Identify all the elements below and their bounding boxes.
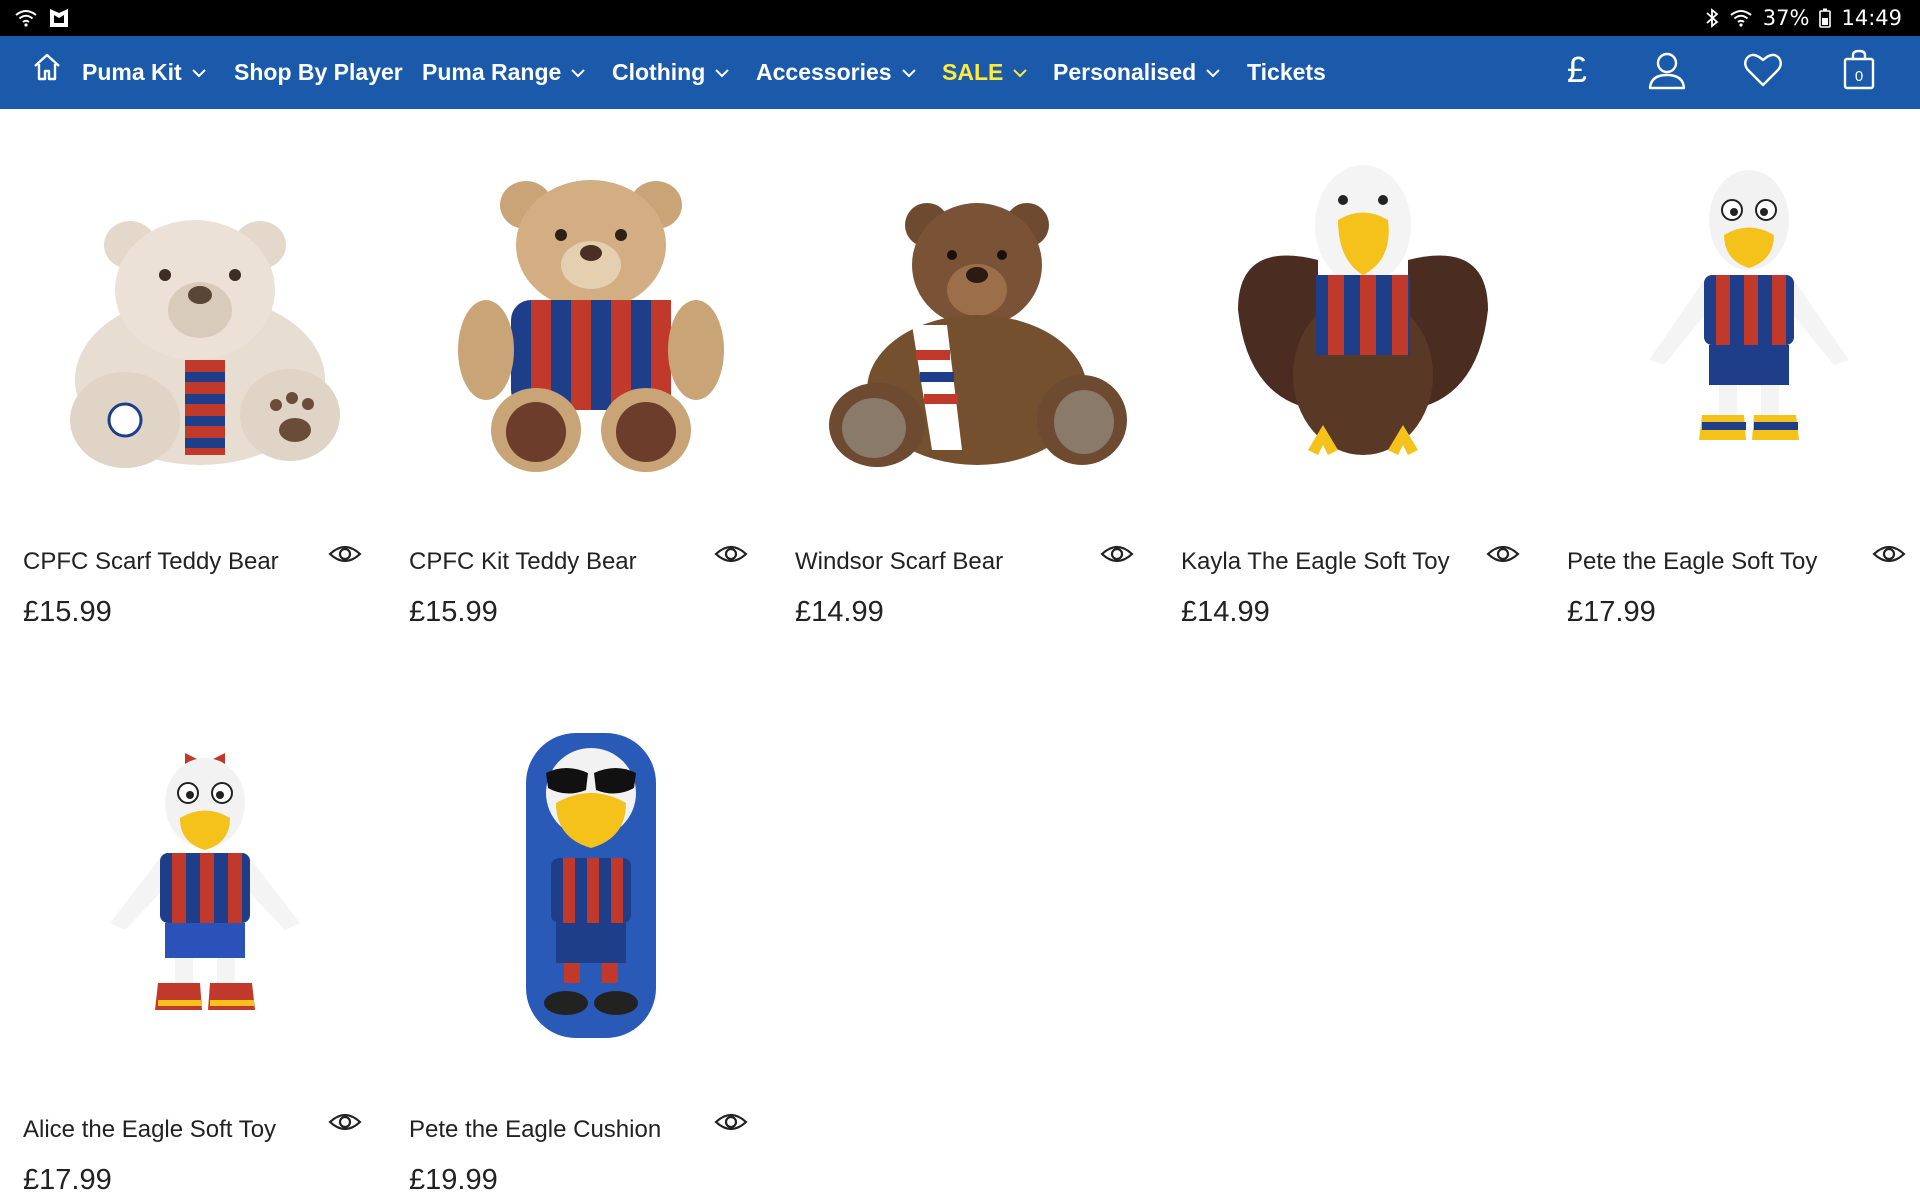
chevron-down-icon: [715, 68, 729, 77]
product-price: £14.99: [1181, 596, 1270, 628]
product-price: £15.99: [409, 596, 498, 628]
nav-item-personalised[interactable]: Personalised: [1053, 36, 1221, 109]
battery-percent: 37%: [1762, 6, 1810, 30]
nav-item-accessories[interactable]: Accessories: [756, 36, 917, 109]
nav-item-label: Tickets: [1247, 59, 1326, 85]
product-price: £17.99: [23, 1164, 112, 1196]
product-card[interactable]: Alice the Eagle Soft Toy £17.99: [20, 698, 390, 1198]
home-icon[interactable]: [32, 52, 62, 84]
quick-view-eye-icon[interactable]: [328, 1110, 362, 1134]
wishlist-heart-icon[interactable]: [1740, 46, 1786, 94]
product-name[interactable]: Pete the Eagle Soft Toy: [1567, 548, 1817, 576]
product-image[interactable]: [20, 130, 390, 500]
product-card[interactable]: Windsor Scarf Bear £14.99: [792, 130, 1162, 630]
clock: 14:49: [1841, 6, 1902, 30]
product-image[interactable]: [792, 130, 1162, 500]
nav-item-label: Puma Kit: [82, 59, 182, 85]
shield-app-icon: [48, 7, 70, 29]
wifi-icon: [14, 8, 38, 28]
nav-item-puma-range[interactable]: Puma Range: [422, 36, 586, 109]
product-name[interactable]: Alice the Eagle Soft Toy: [23, 1116, 276, 1144]
quick-view-eye-icon[interactable]: [1872, 542, 1906, 566]
nav-item-label: SALE: [942, 59, 1004, 85]
main-navigation: Puma Kit Shop By Player Puma Range Cloth…: [0, 36, 1920, 109]
chevron-down-icon: [1206, 68, 1220, 77]
bluetooth-icon: [1705, 8, 1719, 28]
nav-item-clothing[interactable]: Clothing: [612, 36, 730, 109]
product-card[interactable]: CPFC Scarf Teddy Bear £15.99: [20, 130, 390, 630]
product-name[interactable]: Pete the Eagle Cushion: [409, 1116, 661, 1144]
quick-view-eye-icon[interactable]: [714, 1110, 748, 1134]
product-price: £15.99: [23, 596, 112, 628]
currency-symbol: £: [1566, 49, 1588, 90]
quick-view-eye-icon[interactable]: [1486, 542, 1520, 566]
chevron-down-icon: [571, 68, 586, 77]
quick-view-eye-icon[interactable]: [714, 542, 748, 566]
battery-icon: [1819, 8, 1832, 28]
product-image[interactable]: [406, 130, 776, 500]
product-card[interactable]: Pete the Eagle Soft Toy £17.99: [1564, 130, 1920, 630]
product-card[interactable]: Kayla The Eagle Soft Toy £14.99: [1178, 130, 1548, 630]
product-name[interactable]: CPFC Kit Teddy Bear: [409, 548, 637, 576]
product-image[interactable]: [1564, 130, 1920, 500]
nav-item-label: Personalised: [1053, 59, 1197, 85]
product-price: £17.99: [1567, 596, 1656, 628]
basket-count: 0: [1855, 68, 1863, 85]
nav-item-sale[interactable]: SALE: [942, 36, 1028, 109]
product-image[interactable]: [1178, 130, 1548, 500]
product-image[interactable]: [20, 698, 390, 1068]
currency-selector[interactable]: £: [1560, 46, 1594, 94]
product-image[interactable]: [406, 698, 776, 1068]
product-name[interactable]: Kayla The Eagle Soft Toy: [1181, 548, 1450, 576]
nav-item-label: Accessories: [756, 59, 892, 85]
nav-item-puma-kit[interactable]: Puma Kit: [82, 36, 207, 109]
product-name[interactable]: Windsor Scarf Bear: [795, 548, 1003, 576]
nav-item-label: Puma Range: [422, 59, 562, 85]
status-bar: 37% 14:49: [0, 0, 1920, 36]
account-icon[interactable]: [1644, 46, 1690, 94]
wifi-signal-icon: [1729, 8, 1753, 28]
nav-item-label: Clothing: [612, 59, 706, 85]
quick-view-eye-icon[interactable]: [328, 542, 362, 566]
nav-item-tickets[interactable]: Tickets: [1247, 36, 1326, 109]
product-name[interactable]: CPFC Scarf Teddy Bear: [23, 548, 279, 576]
product-card[interactable]: CPFC Kit Teddy Bear £15.99: [406, 130, 776, 630]
product-card[interactable]: Pete the Eagle Cushion £19.99: [406, 698, 776, 1198]
product-price: £14.99: [795, 596, 884, 628]
nav-item-label: Shop By Player: [234, 59, 403, 85]
chevron-down-icon: [901, 68, 916, 77]
chevron-down-icon: [191, 68, 206, 77]
quick-view-eye-icon[interactable]: [1100, 542, 1134, 566]
chevron-down-icon: [1013, 68, 1028, 77]
basket-icon[interactable]: 0: [1838, 46, 1880, 94]
product-price: £19.99: [409, 1164, 498, 1196]
nav-item-shop-by-player[interactable]: Shop By Player: [234, 36, 403, 109]
